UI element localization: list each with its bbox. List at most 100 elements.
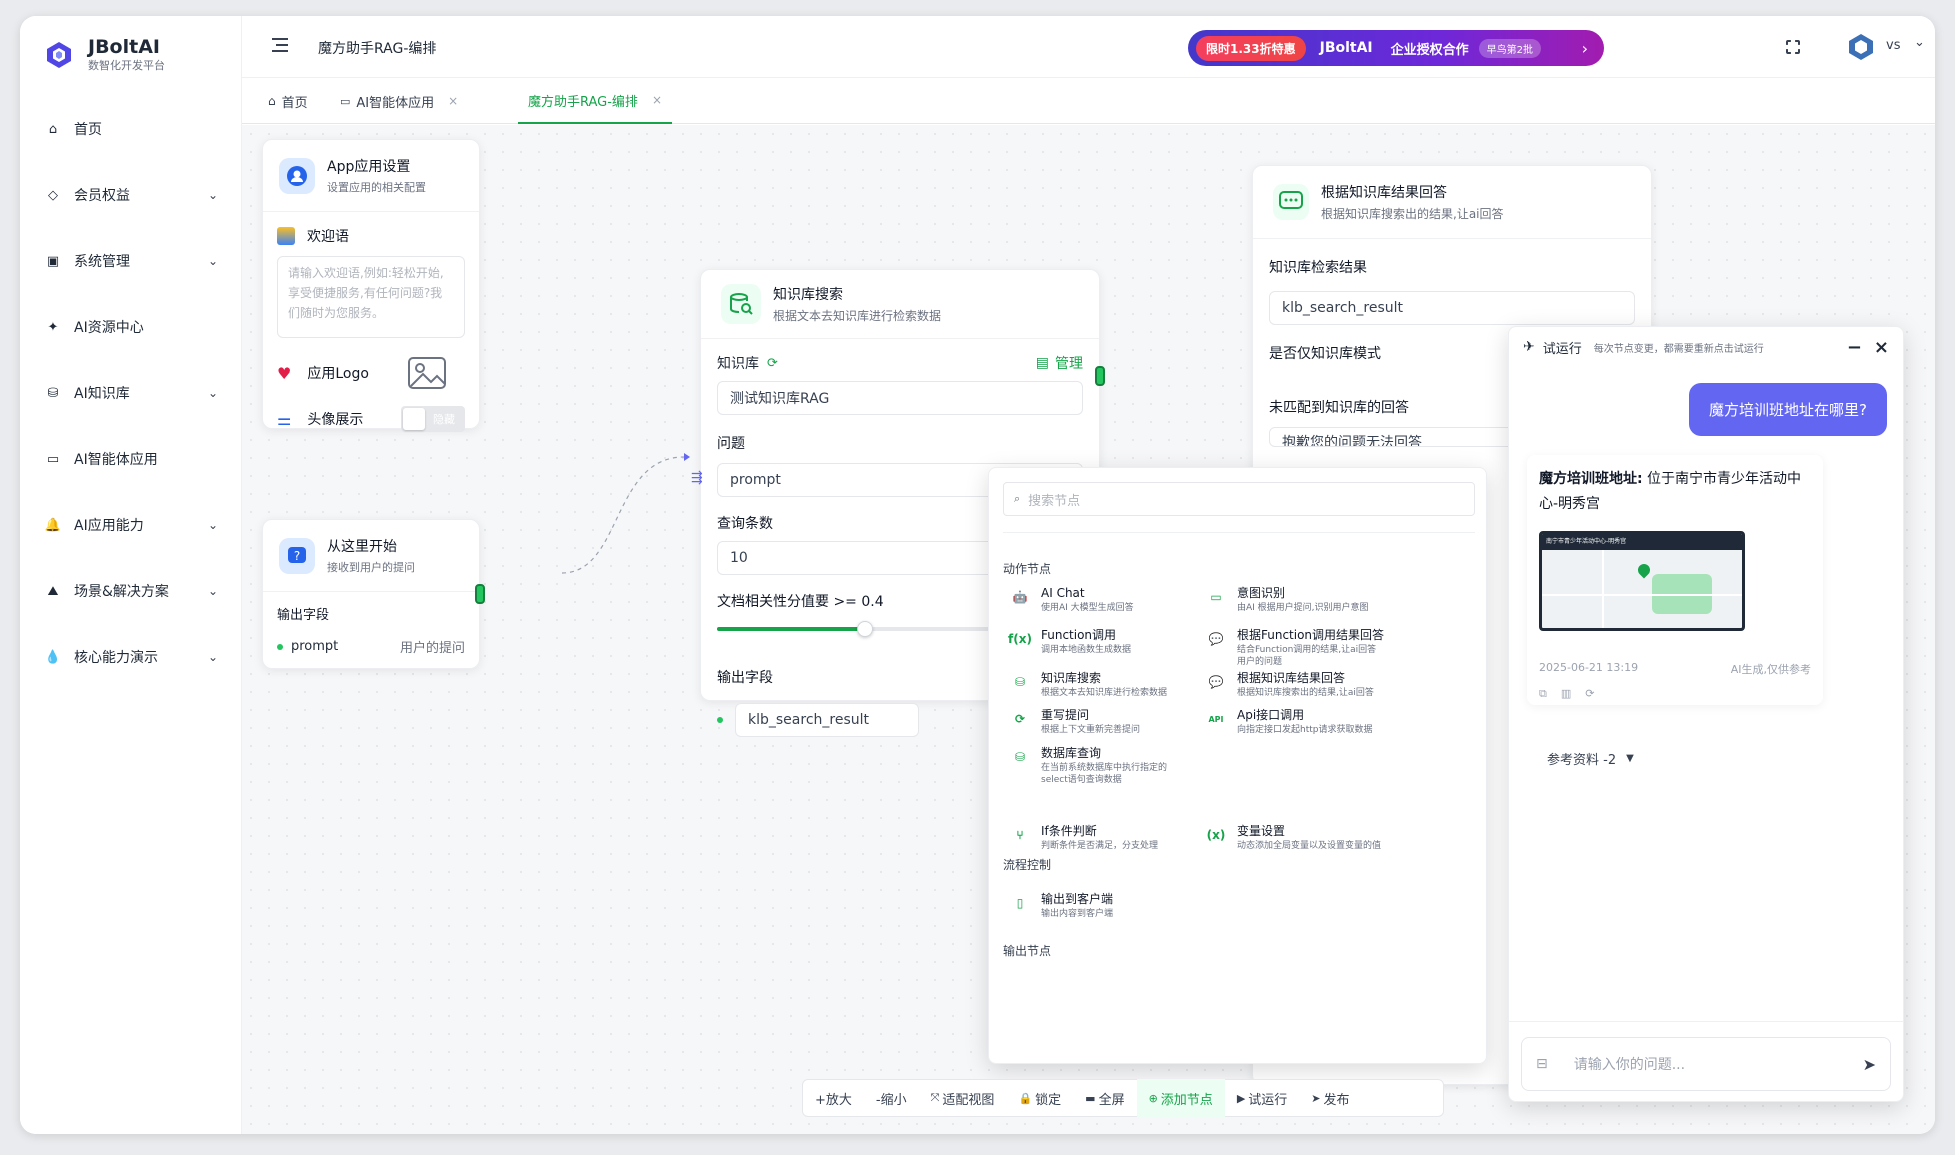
- fullscreen-button[interactable]: ▬ 全屏: [1073, 1079, 1136, 1117]
- add-node-button[interactable]: ⊕ 添加节点: [1136, 1079, 1225, 1117]
- user-message-bubble: 魔方培训班地址在哪里?: [1689, 383, 1887, 436]
- sidebar-item-home[interactable]: ⌂ 首页: [20, 96, 242, 162]
- chevron-right-icon: ›: [1581, 38, 1588, 58]
- promo-banner[interactable]: 限时1.33折特惠 JBoltAI 企业授权合作 早鸟第2批 ›: [1188, 30, 1604, 66]
- delete-icon[interactable]: ▥: [1561, 687, 1571, 701]
- node-search-input[interactable]: ⌕ 搜索节点: [1003, 482, 1475, 516]
- sidebar-item-system-management[interactable]: ▣ 系统管理 ⌄: [20, 228, 242, 294]
- sidebar-item-core-demo[interactable]: 💧 核心能力演示 ⌄: [20, 624, 242, 690]
- flow-canvas[interactable]: App应用设置 设置应用的相关配置 欢迎语 请输入欢迎语,例如:轻松开始,享受便…: [242, 125, 1935, 1134]
- node-title: Api接口调用: [1237, 708, 1305, 722]
- app-icon: [279, 157, 315, 194]
- welcome-textarea[interactable]: 请输入欢迎语,例如:轻松开始,享受便捷服务,有任何问题?我们随时为您服务。: [277, 256, 465, 338]
- lock-button[interactable]: 🔒 锁定: [1006, 1079, 1073, 1117]
- tab-home[interactable]: ⌂ 首页: [268, 78, 308, 124]
- zoom-in-button[interactable]: +放大: [803, 1079, 864, 1117]
- output-field-input[interactable]: klb_search_result: [735, 703, 919, 737]
- image-upload-icon[interactable]: [407, 356, 447, 390]
- chevron-down-icon: ⌄: [207, 584, 218, 598]
- close-icon[interactable]: ×: [1874, 337, 1889, 358]
- fit-icon: ⤧: [930, 1091, 940, 1104]
- popup-node-item[interactable]: ⛁ 知识库搜索 根据文本去知识库进行检索数据: [1009, 671, 1189, 699]
- diamond-icon: ◇: [48, 187, 58, 203]
- close-icon[interactable]: ×: [448, 94, 458, 108]
- section-action: 动作节点: [1003, 562, 1052, 576]
- input-handle-icon[interactable]: ⇶: [691, 470, 703, 486]
- api-icon: API: [1208, 714, 1224, 724]
- minimize-icon[interactable]: −: [1847, 337, 1862, 358]
- sidebar-item-ai-knowledge-base[interactable]: ⛁ AI知识库 ⌄: [20, 360, 242, 426]
- home-icon: ⌂: [268, 94, 276, 108]
- popup-node-item[interactable]: ⑂ If条件判断 判断条件是否满足，分支处理: [1009, 824, 1189, 852]
- database-icon: ⛁: [47, 385, 59, 401]
- node-title: 变量设置: [1237, 824, 1286, 838]
- avatar-toggle[interactable]: 隐藏: [401, 406, 465, 432]
- start-node-card[interactable]: ? 从这里开始 接收到用户的提问 输出字段 prompt 用户的提问: [262, 519, 485, 669]
- popup-node-item[interactable]: API Api接口调用 向指定接口发起http请求获取数据: [1205, 708, 1385, 736]
- fit-view-button[interactable]: ⤧ 适配视图: [919, 1079, 1007, 1117]
- plane-icon: ✈: [1523, 339, 1535, 355]
- avatar[interactable]: [1846, 32, 1876, 62]
- tab-label: AI智能体应用: [356, 95, 435, 111]
- regenerate-icon[interactable]: ⟳: [1585, 687, 1594, 701]
- kb-label: 知识库: [717, 356, 759, 372]
- sidebar-item-membership[interactable]: ◇ 会员权益 ⌄: [20, 162, 242, 228]
- sparkle-icon: ✦: [47, 319, 59, 335]
- chat-input[interactable]: ⊟ 请输入你的问题... ➤: [1521, 1037, 1891, 1091]
- trial-run-button[interactable]: ▶ 试运行: [1225, 1079, 1299, 1117]
- notebook-icon: [277, 227, 295, 245]
- app-window: JBoltAI 数智化开发平台 ⌂ 首页 ◇ 会员权益 ⌄ ▣ 系统管理 ⌄ ✦ AI资源中心 ⛁ A…: [20, 16, 1935, 1134]
- popup-node-item[interactable]: ⟳ 重写提问 根据上下文重新完善提问: [1009, 708, 1189, 736]
- popup-node-item[interactable]: (x) 变量设置 动态添加全局变量以及设置变量的值: [1205, 824, 1385, 852]
- tab-ai-agent-app[interactable]: ▭ AI智能体应用 ×: [340, 78, 458, 124]
- node-desc: 调用本地函数生成数据: [1041, 645, 1132, 655]
- sync-icon[interactable]: ⟳: [767, 356, 778, 371]
- popup-node-item[interactable]: ▭ 意图识别 由AI 根据用户提问,识别用户意图: [1205, 586, 1385, 614]
- output-handle[interactable]: [1095, 366, 1105, 386]
- brand-tagline: 数智化开发平台: [88, 59, 165, 72]
- search-result-input[interactable]: klb_search_result: [1269, 291, 1635, 325]
- zoom-out-button[interactable]: -缩小: [864, 1079, 919, 1117]
- toolbar-label: 发布: [1323, 1092, 1350, 1108]
- publish-button[interactable]: ➤ 发布: [1299, 1079, 1361, 1117]
- manage-link[interactable]: ▤ 管理: [1036, 353, 1083, 373]
- sidebar-item-ai-capabilities[interactable]: 🔔 AI应用能力 ⌄: [20, 492, 242, 558]
- popup-node-item[interactable]: 💬 根据知识库结果回答 根据知识库搜索出的结果,让ai回答: [1205, 671, 1385, 699]
- popup-node-item[interactable]: 💬 根据Function调用结果回答 结合Function调用的结果,让ai回答用户…: [1205, 628, 1385, 668]
- sidebar-item-label: 核心能力演示: [74, 650, 158, 666]
- menu-toggle-icon[interactable]: [272, 38, 288, 52]
- popup-node-item[interactable]: f(x) Function调用 调用本地函数生成数据: [1008, 628, 1189, 656]
- close-icon[interactable]: ×: [652, 93, 662, 107]
- sidebar-item-scenes-solutions[interactable]: ⛰ 场景&解决方案 ⌄: [20, 558, 242, 624]
- toolbar-label: 适配视图: [942, 1092, 995, 1108]
- fullscreen-icon[interactable]: [1786, 40, 1800, 54]
- node-desc: 由AI 根据用户提问,识别用户意图: [1237, 603, 1369, 613]
- sidebar-item-ai-agent-app[interactable]: ▭ AI智能体应用: [20, 426, 242, 492]
- copy-icon[interactable]: ⧉: [1539, 687, 1547, 701]
- chat-input-placeholder: 请输入你的问题...: [1573, 1057, 1686, 1073]
- popup-node-item[interactable]: ▯ 输出到客户端 输出内容到客户端: [1009, 892, 1189, 920]
- output-handle[interactable]: [475, 584, 485, 604]
- function-icon: f(x): [1008, 632, 1032, 646]
- send-icon: ➤: [1311, 1091, 1321, 1105]
- node-desc: 根据上下文重新完善提问: [1041, 725, 1141, 735]
- brand[interactable]: JBoltAI 数智化开发平台: [44, 30, 165, 80]
- send-icon[interactable]: ➤: [1863, 1055, 1876, 1074]
- map-image[interactable]: 南宁市青少年活动中心-明秀宫: [1539, 531, 1745, 631]
- answer-time: 2025-06-21 13:19: [1539, 661, 1639, 674]
- tab-rag-orchestration[interactable]: 魔方助手RAG-编排 ×: [518, 78, 672, 124]
- node-desc: 根据文本去知识库进行检索数据: [1041, 688, 1168, 698]
- sidebar-item-ai-resources[interactable]: ✦ AI资源中心: [20, 294, 242, 360]
- briefcase-icon[interactable]: ⊟: [1536, 1056, 1548, 1072]
- references-toggle[interactable]: 参考资料 -2 ▼: [1547, 749, 1634, 768]
- kb-select[interactable]: 测试知识库RAG: [717, 381, 1083, 415]
- popup-node-item[interactable]: 🤖 AI Chat 使用AI 大模型生成回答: [1009, 586, 1189, 614]
- app-settings-card[interactable]: App应用设置 设置应用的相关配置 欢迎语 请输入欢迎语,例如:轻松开始,享受便…: [262, 139, 480, 432]
- user-name[interactable]: vs: [1886, 38, 1900, 53]
- score-thumb[interactable]: [857, 621, 873, 637]
- popup-node-item[interactable]: ⛁ 数据库查询 在当前系统数据库中执行指定的select语句查询数据: [1009, 746, 1189, 786]
- robot-icon: ▭: [340, 94, 351, 108]
- node-desc: 动态添加全局变量以及设置变量的值: [1237, 841, 1382, 851]
- search-result-label: 知识库检索结果: [1269, 260, 1367, 276]
- chevron-down-icon[interactable]: ⌄: [1914, 35, 1925, 50]
